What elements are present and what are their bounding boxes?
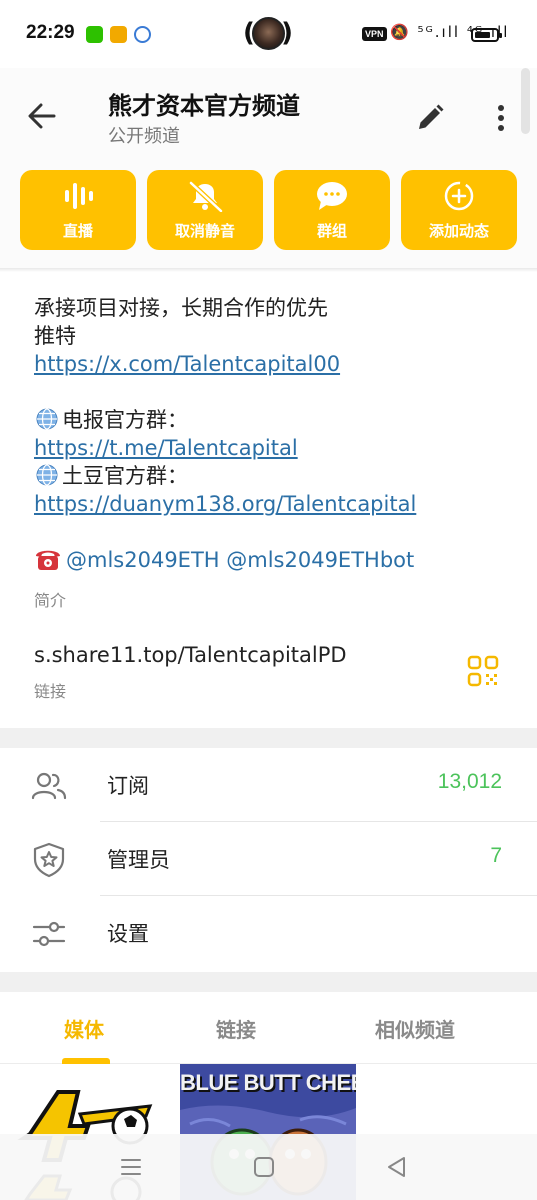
live-button-label: 直播 <box>62 222 93 240</box>
channel-link[interactable]: s.share11.top/TalentcapitalPD <box>34 643 347 667</box>
telegram-group-label: 电报官方群： <box>62 408 188 432</box>
system-nav-bar <box>0 1134 537 1200</box>
pencil-icon <box>419 104 444 129</box>
action-buttons: 直播 取消静音 群组 添加动态 <box>20 170 517 250</box>
subscribers-count: 13,012 <box>437 770 502 793</box>
plus-circle-icon <box>444 181 474 211</box>
globe-icon <box>36 408 58 430</box>
tab-links[interactable]: 链接 <box>216 1014 256 1043</box>
home-icon[interactable] <box>251 1154 277 1180</box>
qr-code-button[interactable] <box>466 654 500 688</box>
scrollbar[interactable] <box>521 68 530 134</box>
media-caption-text: BLUE BUTT CHEES <box>180 1070 356 1095</box>
back-nav-icon[interactable] <box>384 1154 410 1180</box>
add-story-button-label: 添加动态 <box>428 222 489 240</box>
arrow-left-icon <box>28 103 56 129</box>
channel-title: 熊才资本官方频道 <box>108 92 300 120</box>
tab-similar-channels[interactable]: 相似频道 <box>375 1014 455 1043</box>
menu-icon[interactable] <box>118 1154 144 1180</box>
admins-label: 管理员 <box>107 848 170 872</box>
vpn-badge: VPN <box>362 27 387 41</box>
subscribers-row[interactable]: 订阅 13,012 <box>0 748 537 822</box>
settings-row[interactable]: 设置 <box>0 896 537 970</box>
section-divider <box>0 972 537 992</box>
sliders-icon <box>32 921 66 947</box>
settings-label: 设置 <box>107 922 149 946</box>
globe-icon <box>36 464 58 486</box>
dots-vertical-icon <box>498 105 504 131</box>
tab-media[interactable]: 媒体 <box>64 1014 104 1043</box>
status-bar: 22:29 ( ) VPN 🔕 ⁵ᴳ.ıll ⁴ᴳ.ıll <box>0 0 537 68</box>
live-wave-icon <box>65 183 93 209</box>
group-button-label: 群组 <box>316 222 347 240</box>
telephone-icon <box>36 550 60 570</box>
channel-type: 公开频道 <box>108 126 180 147</box>
description-line: 推特 <box>34 324 76 348</box>
chat-bubble-icon <box>317 182 347 210</box>
description-line: 承接项目对接，长期合作的优先 <box>34 296 328 320</box>
media-tabs: 媒体 链接 相似频道 <box>0 992 537 1064</box>
qr-code-icon <box>467 655 499 687</box>
more-options-button[interactable] <box>489 102 513 134</box>
people-icon <box>31 772 67 800</box>
telegram-link[interactable]: https://t.me/Talentcapital <box>34 436 298 460</box>
add-story-button[interactable]: 添加动态 <box>401 170 517 250</box>
edit-button[interactable] <box>414 102 446 134</box>
camera-indicator: ( ) <box>243 17 293 50</box>
status-time: 22:29 <box>26 22 75 43</box>
channel-header: 熊才资本官方频道 公开频道 直播 取消静音 群组 添加动态 <box>0 68 537 268</box>
channel-description: 承接项目对接，长期合作的优先 推特 https://x.com/Talentca… <box>34 294 504 574</box>
handle-link[interactable]: @mls2049ETH <box>66 548 220 572</box>
potato-link[interactable]: https://duanym138.org/Talentcapital <box>34 492 416 516</box>
live-button[interactable]: 直播 <box>20 170 136 250</box>
subscribers-label: 订阅 <box>107 774 149 798</box>
potato-group-label: 土豆官方群： <box>62 464 188 488</box>
avatar-icon <box>252 17 285 50</box>
bot-handle-link[interactable]: @mls2049ETHbot <box>226 548 414 572</box>
section-divider <box>0 728 537 748</box>
unmute-button-label: 取消静音 <box>174 222 235 240</box>
admins-row[interactable]: 管理员 7 <box>0 822 537 896</box>
twitter-link[interactable]: https://x.com/Talentcapital00 <box>34 352 340 376</box>
link-caption: 链接 <box>34 682 67 701</box>
battery-icon <box>471 28 502 42</box>
bell-off-icon <box>189 181 223 212</box>
app-notification-icon <box>110 26 127 43</box>
shield-star-icon <box>33 842 65 878</box>
unmute-button[interactable]: 取消静音 <box>147 170 263 250</box>
divider <box>0 268 537 272</box>
admins-count: 7 <box>490 844 502 867</box>
description-caption: 简介 <box>34 591 67 610</box>
group-button[interactable]: 群组 <box>274 170 390 250</box>
back-button[interactable] <box>24 98 60 134</box>
wechat-notification-icon <box>86 26 103 43</box>
navigation-notification-icon <box>134 26 151 43</box>
